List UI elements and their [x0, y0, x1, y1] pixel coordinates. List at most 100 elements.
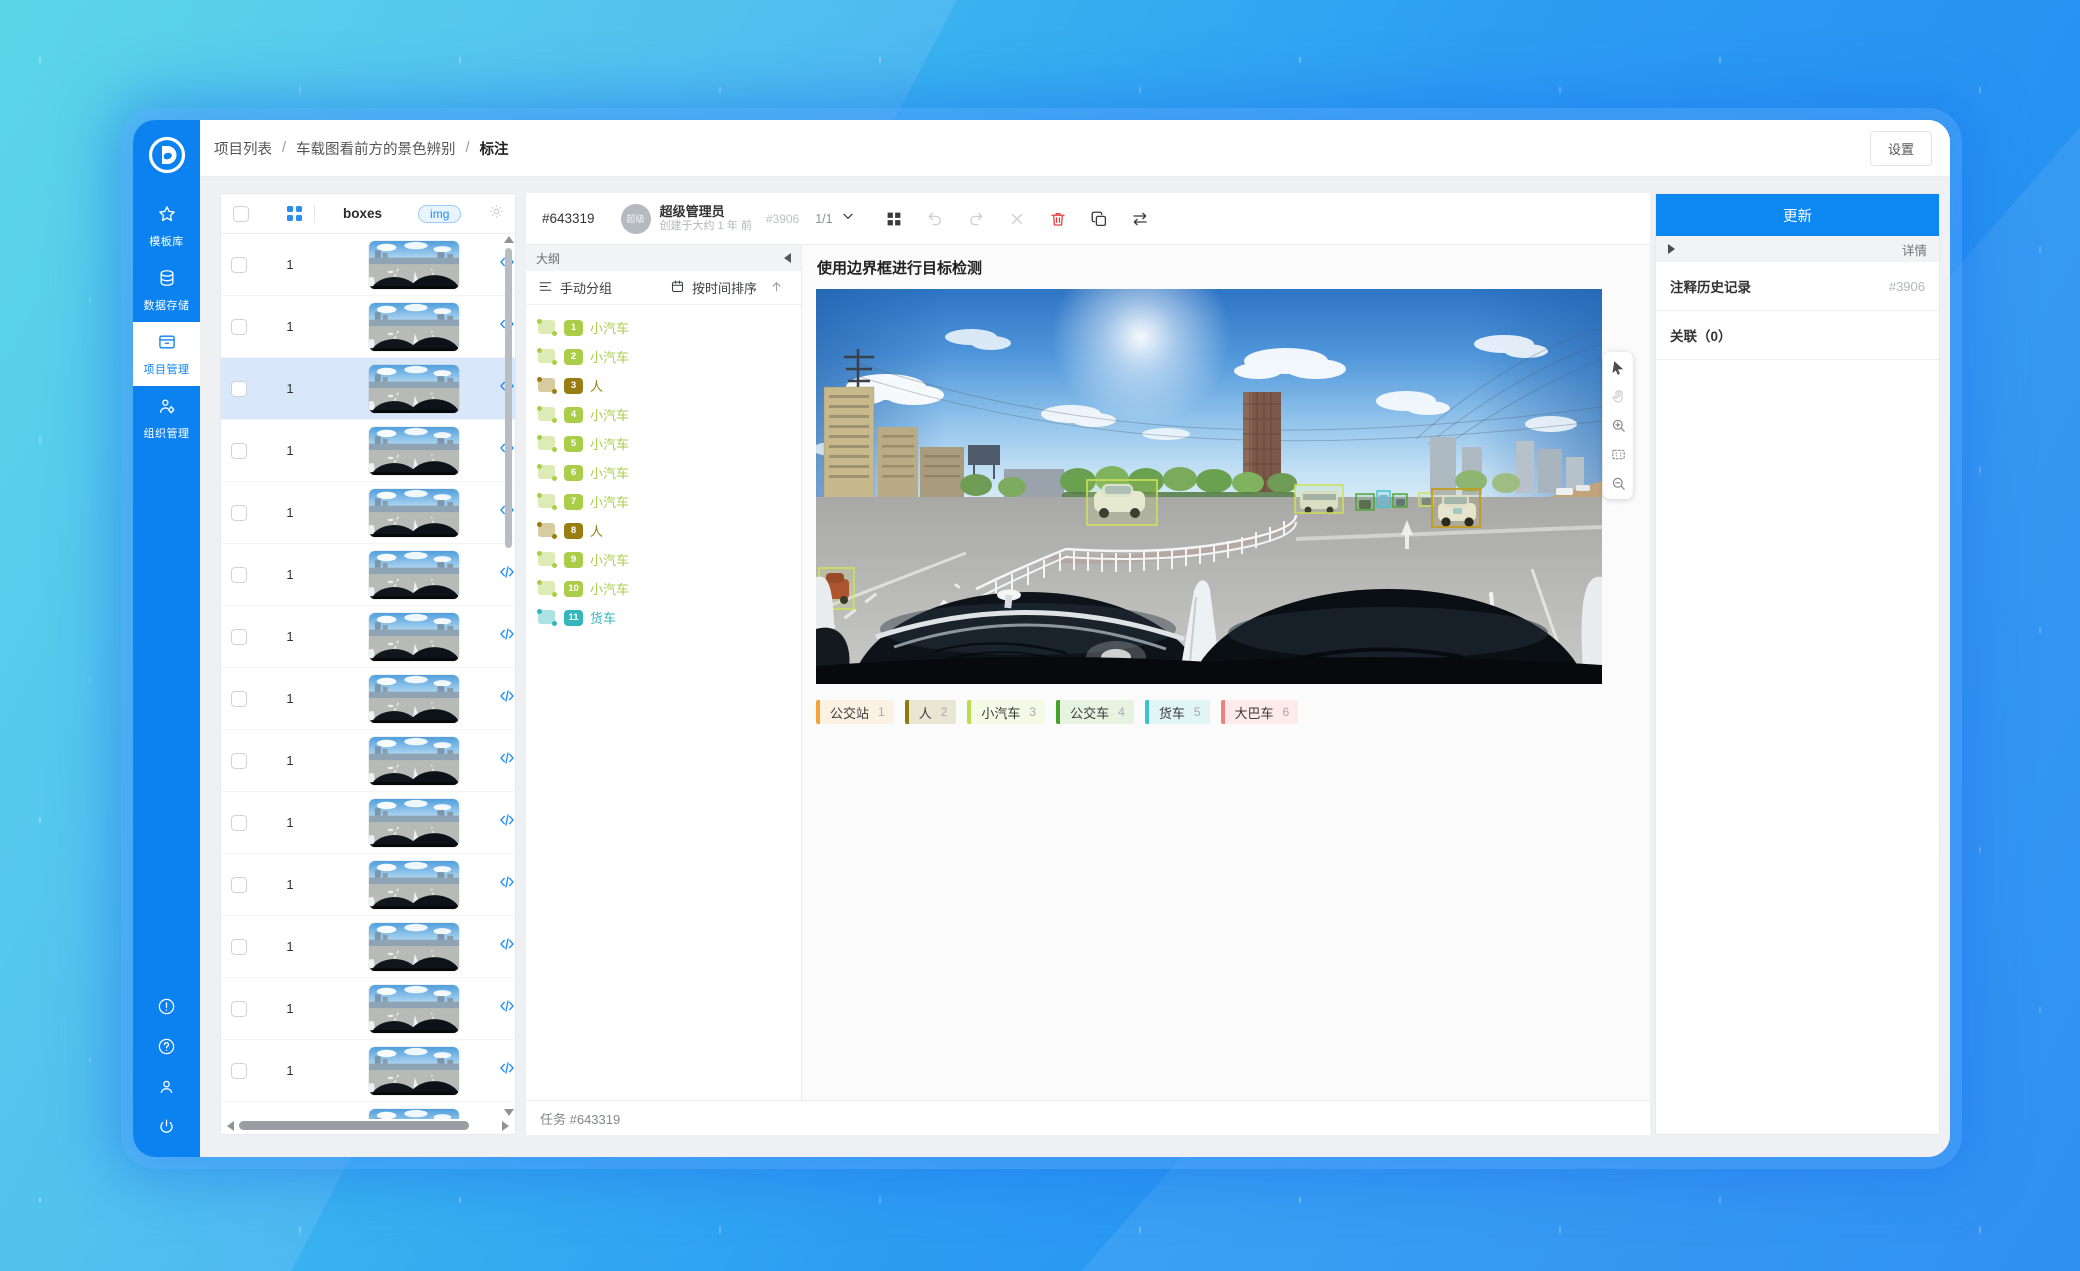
row-thumbnail[interactable] — [369, 303, 459, 351]
image-list-row[interactable]: 1 — [221, 420, 515, 482]
row-thumbnail[interactable] — [369, 799, 459, 847]
row-checkbox[interactable] — [231, 629, 247, 645]
row-thumbnail[interactable] — [369, 861, 459, 909]
row-thumbnail[interactable] — [369, 675, 459, 723]
scroll-right-arrow[interactable] — [502, 1121, 509, 1131]
sidebar-item-data-storage[interactable]: 数据存储 — [133, 258, 200, 322]
row-checkbox[interactable] — [231, 1001, 247, 1017]
class-tag[interactable]: 人 2 — [905, 700, 957, 724]
grid-view-icon[interactable] — [287, 206, 302, 221]
trash-icon[interactable] — [1049, 210, 1067, 228]
collapse-left-icon[interactable] — [784, 253, 791, 263]
select-all-checkbox[interactable] — [233, 206, 249, 222]
image-list-row[interactable]: 1 — [221, 1040, 515, 1102]
row-thumbnail[interactable] — [369, 241, 459, 289]
help-icon[interactable] — [157, 1037, 176, 1061]
relations-row[interactable]: 关联（0） — [1656, 311, 1939, 360]
row-thumbnail[interactable] — [369, 489, 459, 537]
image-list-row[interactable]: 1 — [221, 792, 515, 854]
row-checkbox[interactable] — [231, 567, 247, 583]
outline-item[interactable]: 9 小汽车 — [526, 545, 801, 574]
panorama-image[interactable] — [816, 289, 1602, 684]
cursor-icon[interactable] — [1610, 359, 1627, 376]
row-checkbox[interactable] — [231, 381, 247, 397]
image-list-row[interactable]: 1 — [221, 482, 515, 544]
image-list-row[interactable]: 1 — [221, 916, 515, 978]
outline-item[interactable]: 4 小汽车 — [526, 400, 801, 429]
image-list-row[interactable]: 1 — [221, 978, 515, 1040]
image-list-row[interactable]: 1 — [221, 854, 515, 916]
sort-by-time-button[interactable]: 按时间排序 — [670, 278, 757, 297]
close-icon[interactable] — [1008, 210, 1026, 228]
sidebar-item-project-management[interactable]: 项目管理 — [133, 322, 200, 386]
class-tag[interactable]: 货车 5 — [1145, 700, 1210, 724]
image-list-row[interactable]: 1 — [221, 668, 515, 730]
outline-item[interactable]: 5 小汽车 — [526, 429, 801, 458]
breadcrumb-projects[interactable]: 项目列表 — [214, 138, 272, 159]
row-checkbox[interactable] — [231, 319, 247, 335]
row-thumbnail[interactable] — [369, 551, 459, 599]
zoom-out-icon[interactable] — [1610, 475, 1627, 492]
outline-item[interactable]: 8 人 — [526, 516, 801, 545]
manual-group-button[interactable]: 手动分组 — [538, 278, 612, 297]
undo-icon[interactable] — [926, 210, 944, 228]
image-list-row[interactable]: 1 — [221, 544, 515, 606]
row-checkbox[interactable] — [231, 257, 247, 273]
scroll-down-arrow[interactable] — [504, 1109, 514, 1116]
row-checkbox[interactable] — [231, 939, 247, 955]
image-list-row[interactable]: 1 — [221, 1102, 515, 1119]
outline-item[interactable]: 2 小汽车 — [526, 342, 801, 371]
scroll-left-arrow[interactable] — [227, 1121, 234, 1131]
copy-icon[interactable] — [1090, 210, 1108, 228]
breadcrumb-project-name[interactable]: 车载图看前方的景色辨别 — [296, 138, 456, 159]
class-tag[interactable]: 小汽车 3 — [967, 700, 1045, 724]
outline-item[interactable]: 10 小汽车 — [526, 574, 801, 603]
horizontal-scroll-thumb[interactable] — [239, 1121, 469, 1130]
vertical-scrollbar[interactable] — [503, 236, 513, 1116]
play-icon[interactable] — [1668, 244, 1675, 254]
outline-item[interactable]: 7 小汽车 — [526, 487, 801, 516]
user-icon[interactable] — [157, 1077, 176, 1101]
row-thumbnail[interactable] — [369, 923, 459, 971]
gear-icon[interactable] — [488, 203, 505, 225]
class-tag[interactable]: 公交车 4 — [1056, 700, 1134, 724]
row-thumbnail[interactable] — [369, 1109, 459, 1120]
class-tag[interactable]: 大巴车 6 — [1221, 700, 1299, 724]
outline-item[interactable]: 1 小汽车 — [526, 313, 801, 342]
image-list-row[interactable]: 1 — [221, 234, 515, 296]
fit-screen-icon[interactable] — [1610, 446, 1627, 463]
row-checkbox[interactable] — [231, 753, 247, 769]
row-checkbox[interactable] — [231, 877, 247, 893]
row-checkbox[interactable] — [231, 815, 247, 831]
row-checkbox[interactable] — [231, 691, 247, 707]
hand-icon[interactable] — [1610, 388, 1627, 405]
vertical-scroll-thumb[interactable] — [505, 248, 512, 548]
arrow-up-icon[interactable] — [769, 279, 784, 297]
row-thumbnail[interactable] — [369, 613, 459, 661]
image-list-row[interactable]: 1 — [221, 358, 515, 420]
image-list-row[interactable]: 1 — [221, 606, 515, 668]
avatar[interactable]: 超级 — [621, 204, 651, 234]
grid-icon[interactable] — [885, 210, 903, 228]
row-thumbnail[interactable] — [369, 427, 459, 475]
settings-button[interactable]: 设置 — [1870, 131, 1932, 166]
row-thumbnail[interactable] — [369, 737, 459, 785]
image-list-row[interactable]: 1 — [221, 730, 515, 792]
outline-item[interactable]: 3 人 — [526, 371, 801, 400]
row-checkbox[interactable] — [231, 1063, 247, 1079]
app-logo-icon[interactable] — [144, 132, 190, 178]
sidebar-item-template-library[interactable]: 模板库 — [133, 194, 200, 258]
annotation-history-row[interactable]: 注释历史记录 #3906 — [1656, 262, 1939, 311]
scroll-up-arrow[interactable] — [504, 236, 514, 243]
power-icon[interactable] — [157, 1117, 176, 1141]
class-tag[interactable]: 公交站 1 — [816, 700, 894, 724]
row-thumbnail[interactable] — [369, 365, 459, 413]
zoom-in-icon[interactable] — [1610, 417, 1627, 434]
redo-icon[interactable] — [967, 210, 985, 228]
row-thumbnail[interactable] — [369, 1047, 459, 1095]
image-list-row[interactable]: 1 — [221, 296, 515, 358]
outline-item[interactable]: 6 小汽车 — [526, 458, 801, 487]
row-thumbnail[interactable] — [369, 985, 459, 1033]
sidebar-item-org-management[interactable]: 组织管理 — [133, 386, 200, 450]
info-icon[interactable] — [157, 997, 176, 1021]
